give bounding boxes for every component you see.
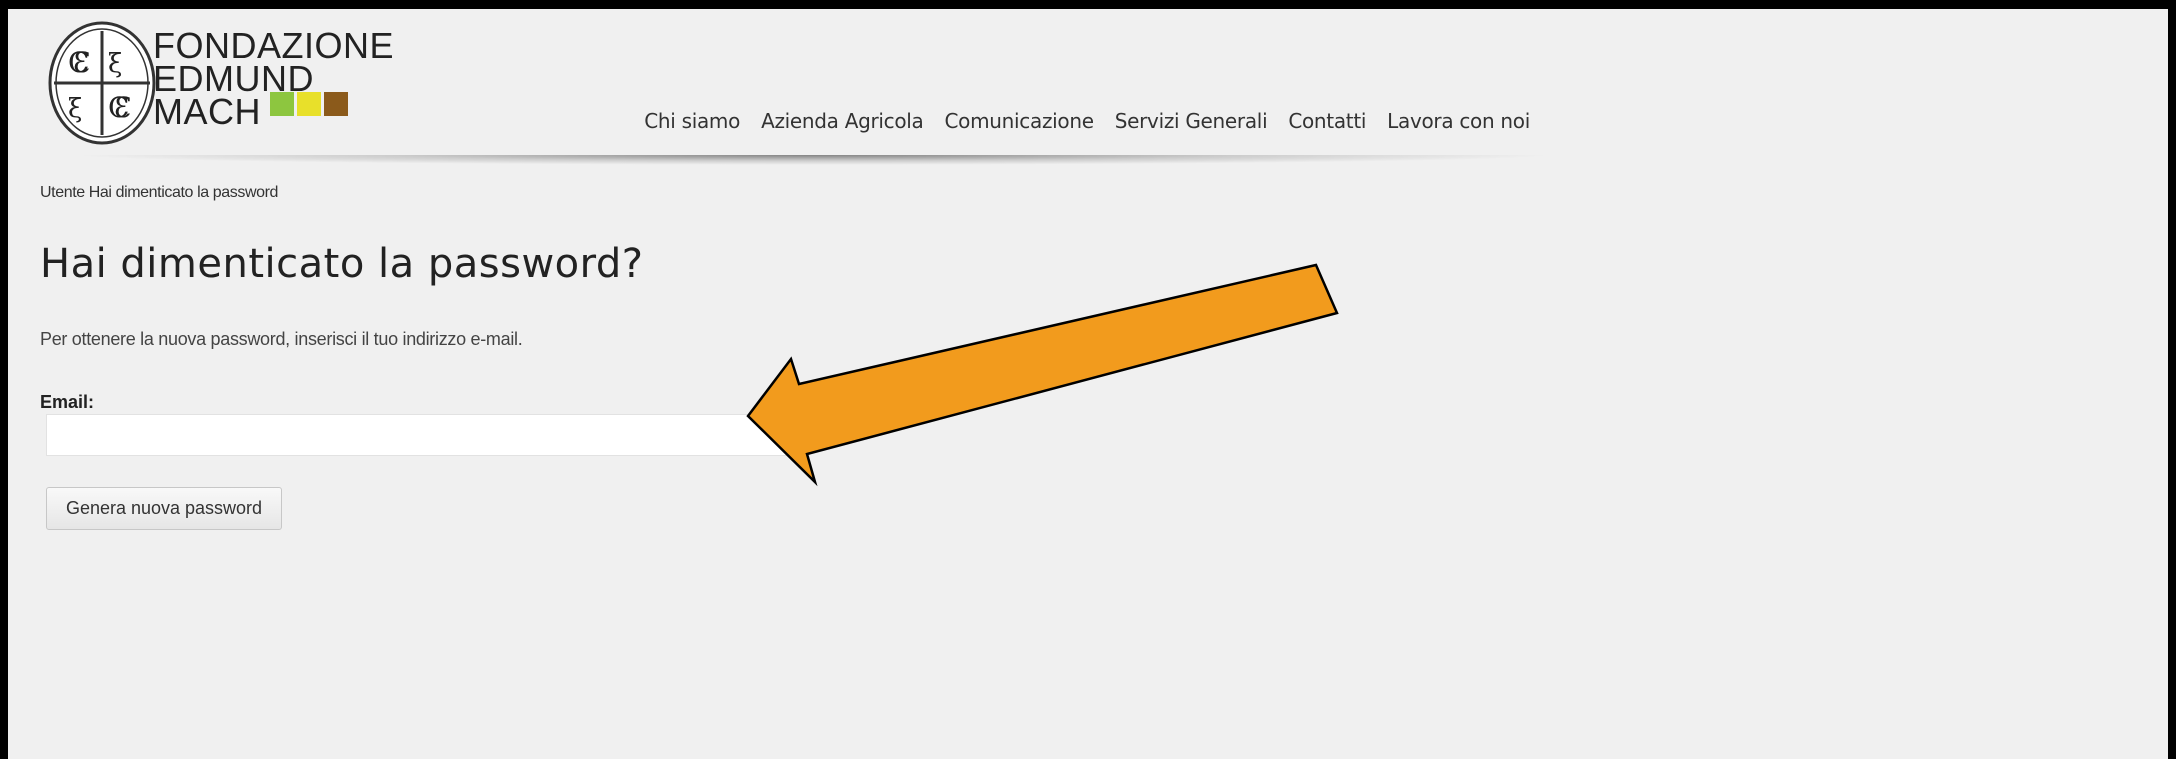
breadcrumb-user-link[interactable]: Utente — [40, 184, 85, 201]
instructions-text: Per ottenere la nuova password, inserisc… — [40, 329, 523, 349]
nav-servizi-generali[interactable]: Servizi Generali — [1115, 109, 1268, 133]
green-square — [270, 92, 294, 116]
svg-text:Ɛ: Ɛ — [73, 46, 90, 79]
nav-lavora-con-noi[interactable]: Lavora con noi — [1387, 109, 1530, 133]
page-title: Hai dimenticato la password? — [40, 241, 644, 287]
nav-comunicazione[interactable]: Comunicazione — [945, 109, 1095, 133]
nav-chi-siamo[interactable]: Chi siamo — [644, 109, 740, 133]
svg-text:ξ: ξ — [68, 94, 82, 124]
breadcrumb-current: Hai dimenticato la password — [88, 184, 279, 201]
main-navigation: Chi siamo Azienda Agricola Comunicazione… — [623, 109, 1530, 133]
nav-azienda-agricola[interactable]: Azienda Agricola — [761, 109, 924, 133]
page: C Ɛ ξ ξ C Ɛ FONDAZIONE EDMUND MACH Chi s… — [8, 9, 2168, 759]
yellow-square — [297, 92, 321, 116]
brown-square — [324, 92, 348, 116]
generate-password-button[interactable]: Genera nuova password — [46, 487, 282, 530]
nav-contatti[interactable]: Contatti — [1288, 109, 1366, 133]
header-divider — [68, 155, 1558, 165]
svg-text:ξ: ξ — [108, 49, 122, 79]
email-label: Email: — [40, 392, 95, 412]
svg-text:Ɛ: Ɛ — [114, 91, 131, 124]
email-field[interactable] — [46, 414, 796, 456]
breadcrumb: Utente Hai dimenticato la password — [40, 184, 282, 202]
